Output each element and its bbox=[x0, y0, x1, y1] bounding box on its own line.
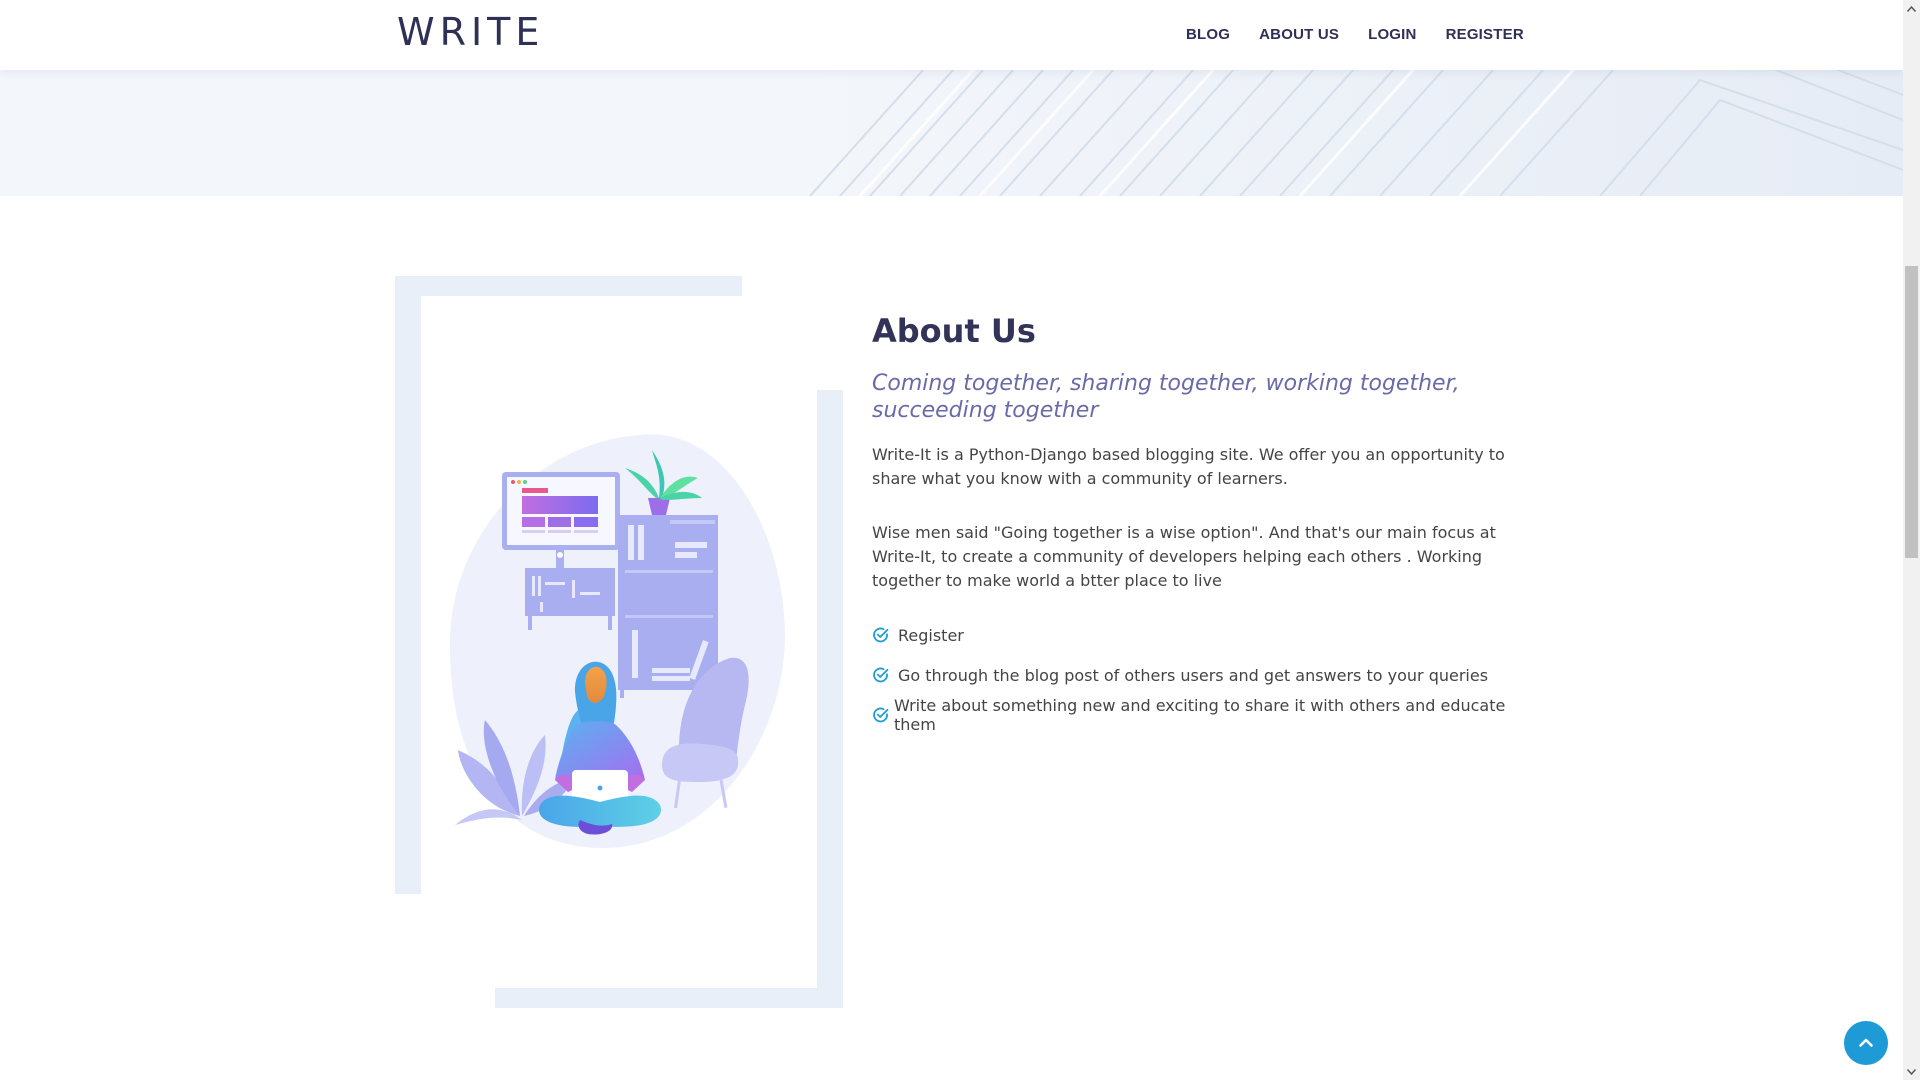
check-circle-icon bbox=[873, 707, 889, 723]
about-illustration bbox=[449, 434, 785, 849]
nav-item-register[interactable]: REGISTER bbox=[1446, 26, 1524, 43]
about-paragraph-1: Write-It is a Python-Django based bloggi… bbox=[872, 445, 1505, 488]
steps-list: Register Go through the blog post of oth… bbox=[872, 623, 1512, 734]
about-section: About Us Coming together, sharing togeth… bbox=[872, 312, 1512, 743]
check-circle-icon bbox=[873, 667, 889, 683]
list-item: Write about something new and exciting t… bbox=[872, 696, 1512, 734]
list-item: Register bbox=[872, 623, 1512, 647]
scrollbar-thumb[interactable] bbox=[1905, 266, 1918, 558]
scroll-down-icon bbox=[1907, 1068, 1916, 1075]
about-paragraph-2: Wise men said "Going together is a wise … bbox=[872, 523, 1496, 590]
site-logo[interactable]: WRITE bbox=[397, 10, 544, 54]
nav-item-blog[interactable]: BLOG bbox=[1186, 26, 1230, 43]
about-tagline: Coming together, sharing together, worki… bbox=[872, 371, 1460, 423]
back-to-top-button[interactable] bbox=[1844, 1021, 1888, 1065]
scroll-down-arrow[interactable] bbox=[1903, 1063, 1920, 1080]
page-scrollbar[interactable] bbox=[1903, 0, 1920, 1080]
scroll-up-arrow[interactable] bbox=[1903, 0, 1920, 17]
step-label: Go through the blog post of others users… bbox=[898, 665, 1489, 685]
chevron-up-icon bbox=[1859, 1038, 1873, 1047]
about-title: About Us bbox=[872, 312, 1036, 350]
step-label: Write about something new and exciting t… bbox=[894, 696, 1506, 734]
check-circle-icon bbox=[873, 627, 889, 643]
nav-item-login[interactable]: LOGIN bbox=[1368, 26, 1417, 43]
scroll-up-icon bbox=[1907, 5, 1916, 12]
main-nav: BLOG ABOUT US LOGIN REGISTER bbox=[1186, 26, 1553, 43]
step-label: Register bbox=[898, 625, 964, 645]
site-header: WRITE BLOG ABOUT US LOGIN REGISTER bbox=[0, 0, 1903, 70]
nav-item-about-us[interactable]: ABOUT US bbox=[1259, 26, 1339, 43]
list-item: Go through the blog post of others users… bbox=[872, 663, 1512, 687]
page: WRITE BLOG ABOUT US LOGIN REGISTER About… bbox=[0, 0, 1903, 1080]
